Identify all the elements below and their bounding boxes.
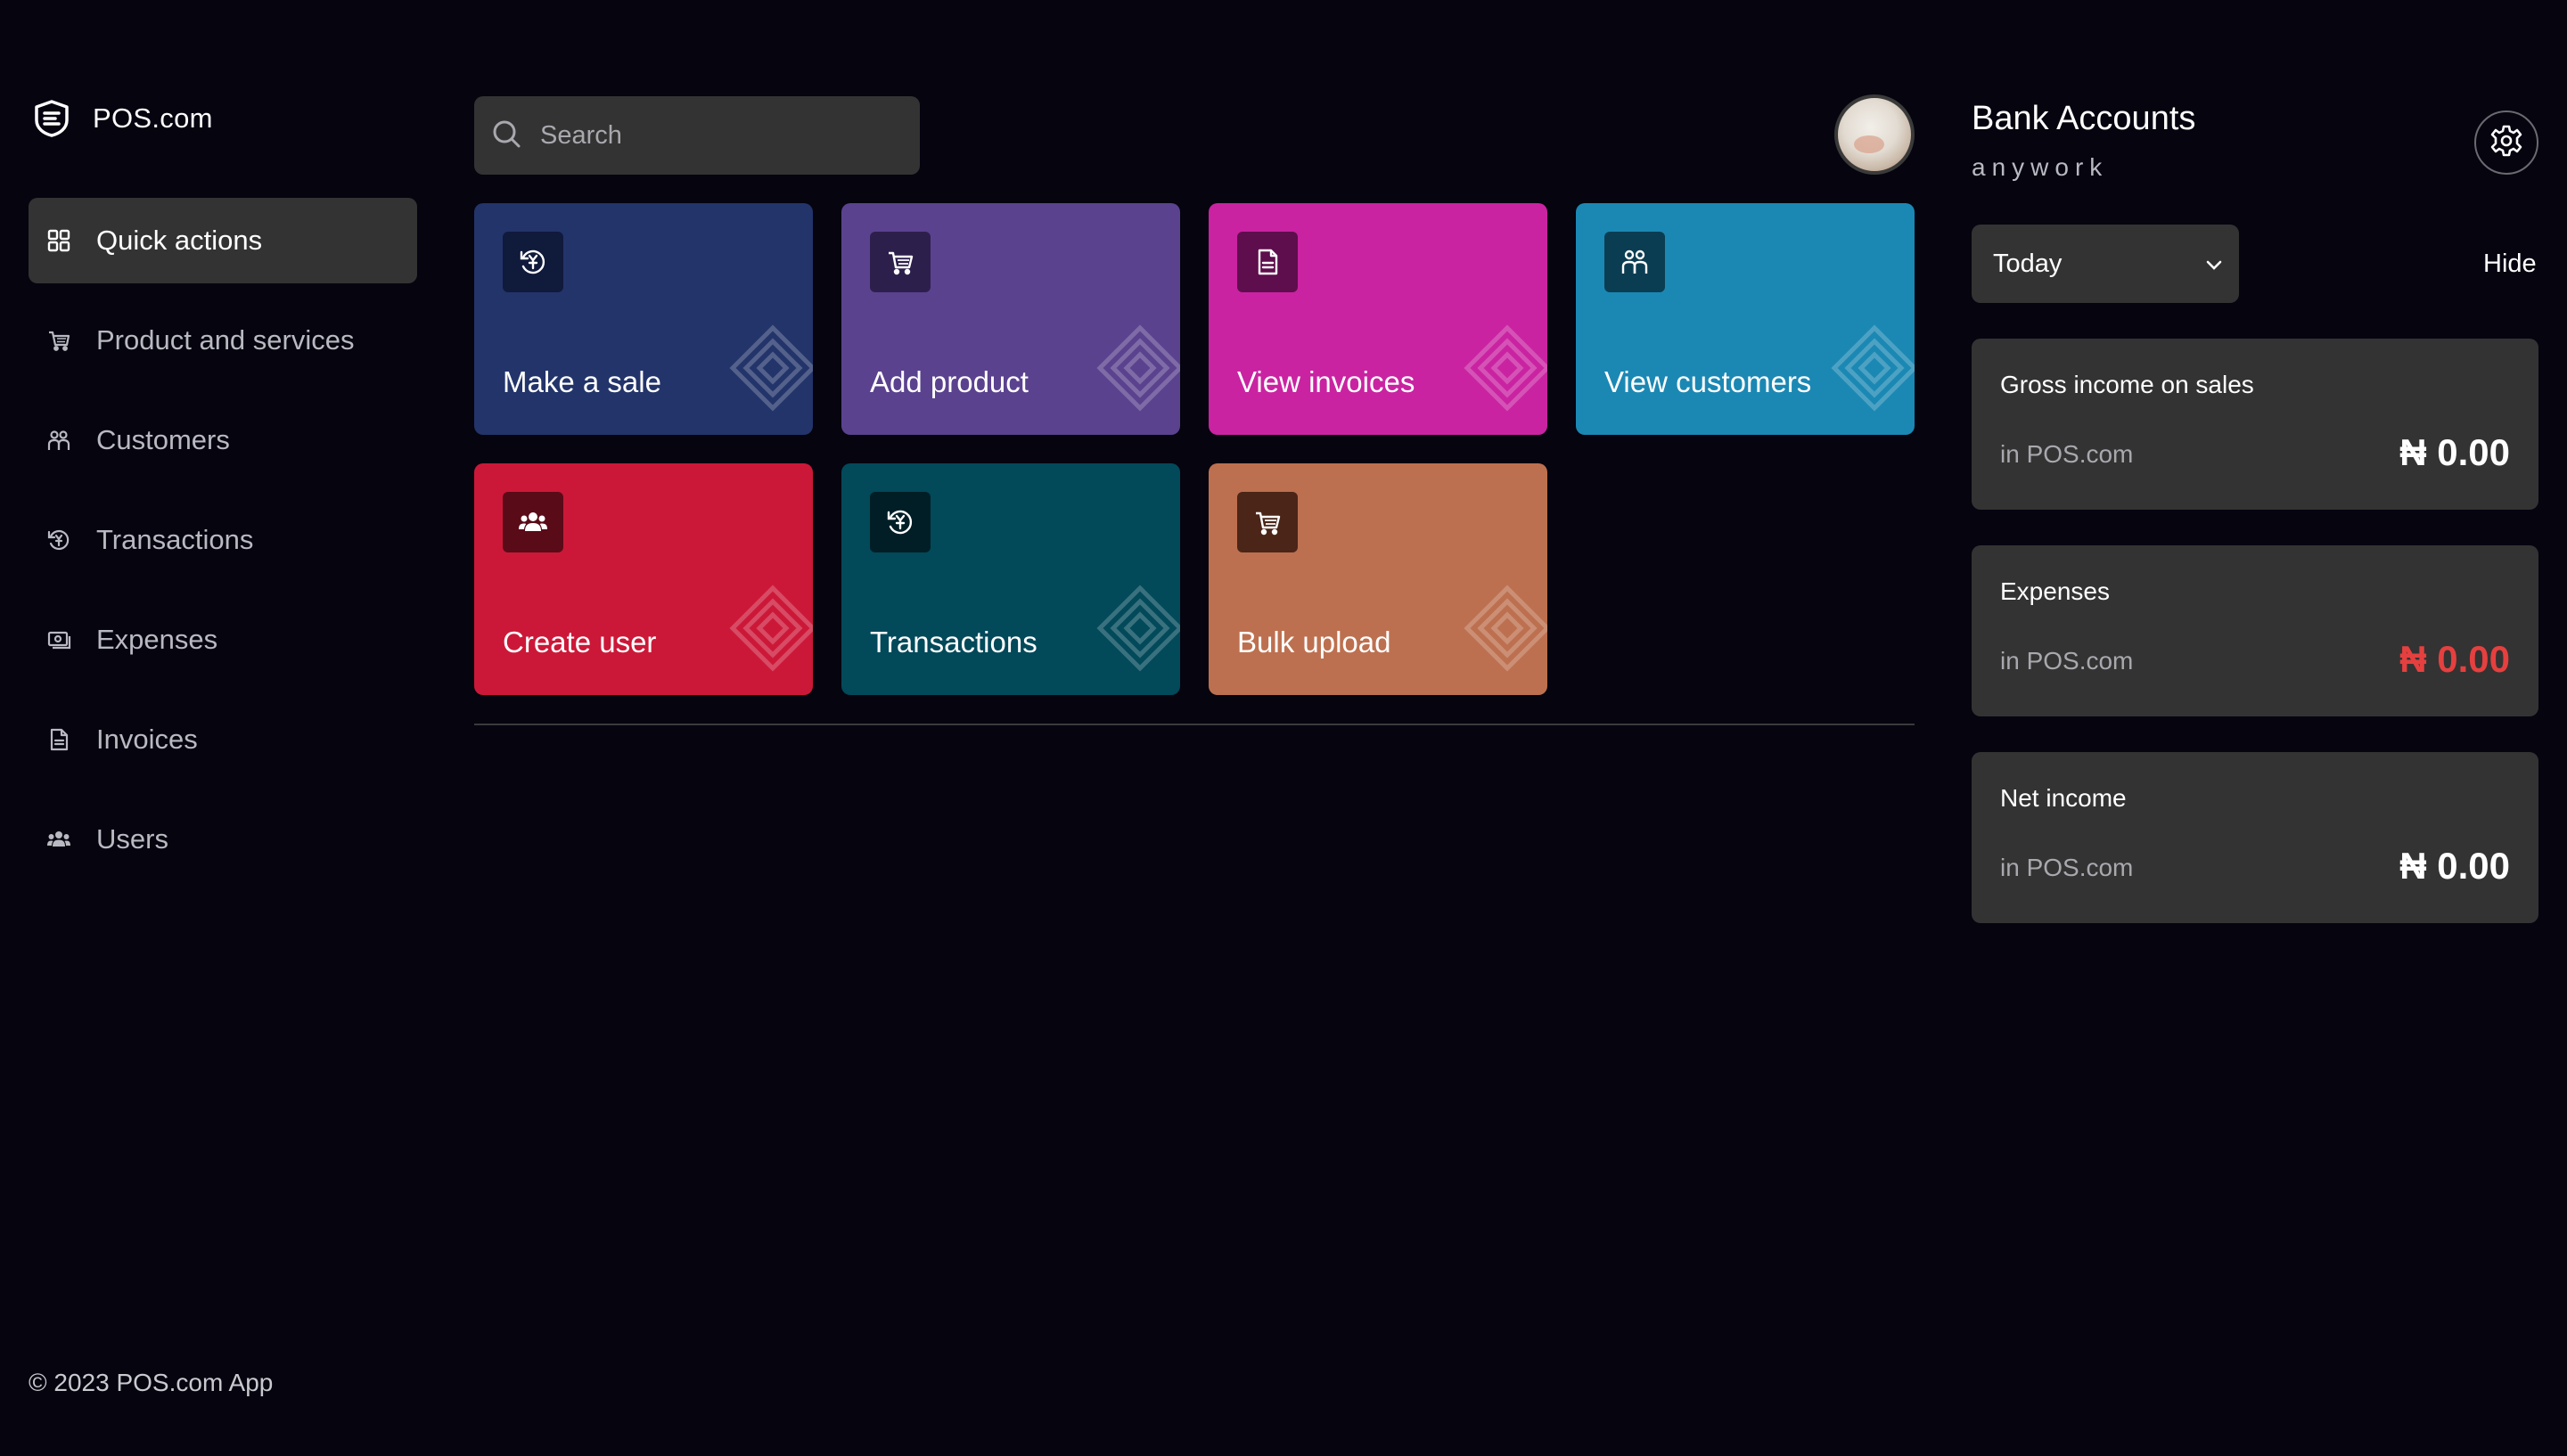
diamond-pattern-icon xyxy=(1464,585,1547,672)
expenses-card: Expenses in POS.com ₦ 0.00 xyxy=(1972,545,2538,716)
gross-income-card: Gross income on sales in POS.com ₦ 0.00 xyxy=(1972,339,2538,510)
yen-cycle-icon xyxy=(503,232,563,292)
gear-icon xyxy=(2489,124,2523,162)
brand[interactable]: POS.com xyxy=(32,96,213,141)
tile-label: Add product xyxy=(870,365,1029,398)
tile-create-user[interactable]: Create user xyxy=(474,463,813,695)
sidebar-item-label: Transactions xyxy=(96,524,254,555)
sidebar-item-label: Users xyxy=(96,823,168,855)
card-amount: ₦ 0.00 xyxy=(2399,845,2510,887)
net-income-card: Net income in POS.com ₦ 0.00 xyxy=(1972,752,2538,923)
period-select[interactable]: Today xyxy=(1972,225,2239,303)
card-amount: ₦ 0.00 xyxy=(2399,638,2510,680)
users-icon xyxy=(503,492,563,552)
sidebar-item-label: Invoices xyxy=(96,724,198,755)
sidebar-item-product-and-services[interactable]: Product and services xyxy=(29,298,417,383)
sidebar-item-invoices[interactable]: Invoices xyxy=(29,697,417,782)
sidebar-item-label: Expenses xyxy=(96,624,218,655)
search-input[interactable] xyxy=(540,120,897,151)
diamond-pattern-icon xyxy=(729,324,813,412)
hide-button[interactable]: Hide xyxy=(2483,249,2537,279)
tile-add-product[interactable]: Add product xyxy=(841,203,1180,435)
card-title: Net income xyxy=(2000,784,2127,812)
invoice-icon xyxy=(45,725,73,754)
grid-icon xyxy=(45,226,73,255)
search-bar[interactable] xyxy=(474,96,920,175)
customers-icon xyxy=(45,426,73,454)
card-amount: ₦ 0.00 xyxy=(2399,431,2510,473)
cart-icon xyxy=(45,326,73,355)
tile-label: Make a sale xyxy=(503,365,661,398)
cart-icon xyxy=(1237,492,1298,552)
tile-label: Transactions xyxy=(870,626,1037,658)
transactions-icon xyxy=(45,526,73,554)
sidebar-item-label: Quick actions xyxy=(96,225,263,256)
diamond-pattern-icon xyxy=(1096,585,1180,672)
chevron-down-icon xyxy=(2205,249,2223,279)
diamond-pattern-icon xyxy=(1464,324,1547,412)
diamond-pattern-icon xyxy=(1096,324,1180,412)
invoice-icon xyxy=(1237,232,1298,292)
yen-cycle-icon xyxy=(870,492,931,552)
tile-bulk-upload[interactable]: Bulk upload xyxy=(1209,463,1547,695)
copyright: © 2023 POS.com App xyxy=(29,1369,274,1396)
sidebar-item-label: Customers xyxy=(96,424,230,455)
sidebar-item-customers[interactable]: Customers xyxy=(29,397,417,483)
diamond-pattern-icon xyxy=(1831,324,1915,412)
tile-label: Create user xyxy=(503,626,657,658)
card-source: in POS.com xyxy=(2000,440,2134,468)
users-icon xyxy=(45,825,73,854)
sidebar: POS.com Quick actions Product and servic… xyxy=(0,0,446,1456)
tile-view-invoices[interactable]: View invoices xyxy=(1209,203,1547,435)
sidebar-item-transactions[interactable]: Transactions xyxy=(29,497,417,583)
sidebar-item-users[interactable]: Users xyxy=(29,797,417,882)
period-value: Today xyxy=(1993,249,2063,278)
sidebar-item-expenses[interactable]: Expenses xyxy=(29,597,417,683)
customers-icon xyxy=(1604,232,1665,292)
settings-button[interactable] xyxy=(2474,110,2538,175)
tile-label: View invoices xyxy=(1237,365,1415,398)
divider xyxy=(474,724,1915,725)
card-source: in POS.com xyxy=(2000,854,2134,881)
card-source: in POS.com xyxy=(2000,647,2134,675)
expenses-icon xyxy=(45,626,73,654)
brand-name: POS.com xyxy=(93,102,213,134)
sidebar-item-quick-actions[interactable]: Quick actions xyxy=(29,198,417,283)
shield-logo-icon xyxy=(32,98,71,139)
sidebar-item-label: Product and services xyxy=(96,324,355,356)
sidebar-nav: Quick actions Product and services Custo… xyxy=(29,198,417,896)
card-title: Expenses xyxy=(2000,577,2110,605)
tile-label: Bulk upload xyxy=(1237,626,1391,658)
search-icon xyxy=(490,118,522,154)
panel-title: Bank Accounts xyxy=(1972,100,2196,137)
tile-make-a-sale[interactable]: Make a sale xyxy=(474,203,813,435)
avatar[interactable] xyxy=(1834,94,1915,175)
diamond-pattern-icon xyxy=(729,585,813,672)
cart-icon xyxy=(870,232,931,292)
account-name: anywork xyxy=(1972,153,2109,181)
card-title: Gross income on sales xyxy=(2000,371,2254,398)
tile-transactions[interactable]: Transactions xyxy=(841,463,1180,695)
tile-view-customers[interactable]: View customers xyxy=(1576,203,1915,435)
